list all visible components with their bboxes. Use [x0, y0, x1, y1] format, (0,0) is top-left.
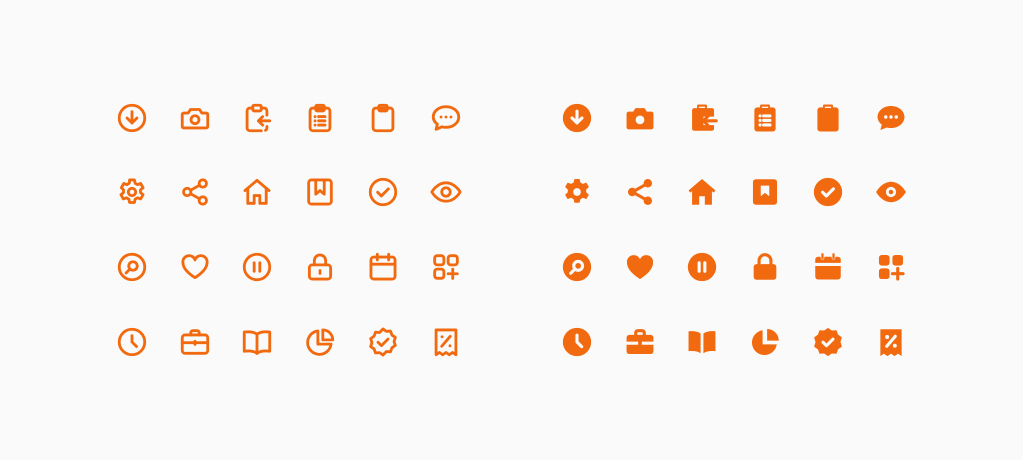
filled-icon-set: [0, 0, 1023, 460]
check-circle-icon: [811, 175, 845, 209]
calendar-icon: [811, 250, 845, 284]
pie-chart-icon: [748, 325, 782, 359]
badge-check-icon: [811, 325, 845, 359]
eye-icon: [874, 175, 908, 209]
clipboard-list-icon: [748, 101, 782, 135]
chat-bubble-icon: [874, 101, 908, 135]
clock-icon: [560, 325, 594, 359]
home-icon: [685, 175, 719, 209]
bookmark-icon: [748, 175, 782, 209]
pause-circle-icon: [685, 250, 719, 284]
book-open-icon: [685, 325, 719, 359]
clipboard-icon: [811, 101, 845, 135]
clipboard-import-icon: [685, 101, 719, 135]
share-icon: [623, 175, 657, 209]
briefcase-icon: [623, 325, 657, 359]
icon-showcase: [0, 0, 1023, 460]
camera-icon: [623, 101, 657, 135]
search-circle-icon: [560, 250, 594, 284]
apps-add-icon: [874, 250, 908, 284]
receipt-percent-icon: [874, 325, 908, 359]
lock-icon: [748, 250, 782, 284]
gear-icon: [560, 175, 594, 209]
arrow-down-circle-icon: [560, 101, 594, 135]
heart-icon: [623, 250, 657, 284]
